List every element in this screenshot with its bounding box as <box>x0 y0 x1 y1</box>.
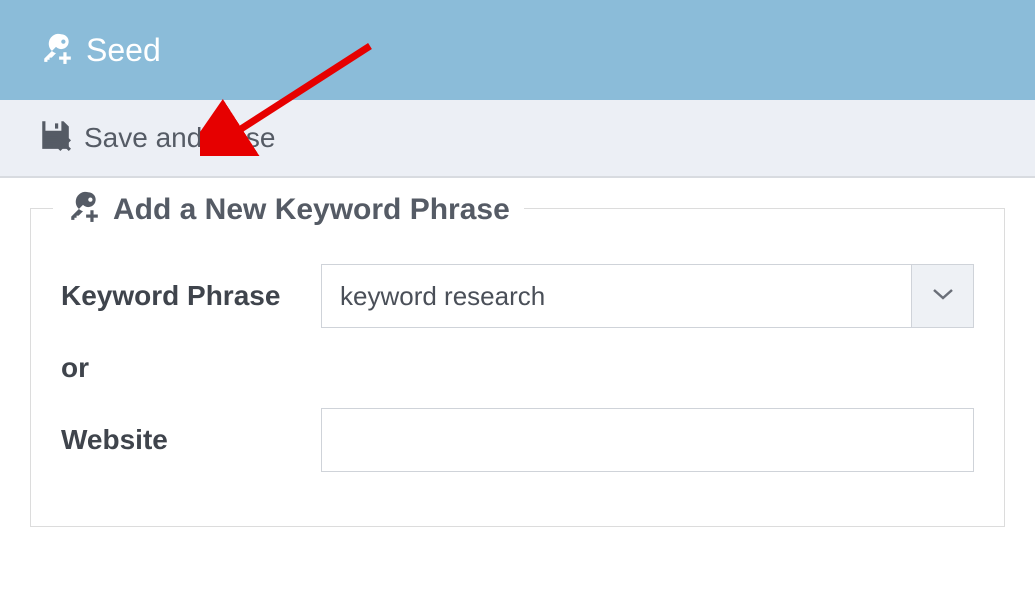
content-area: Add a New Keyword Phrase Keyword Phrase … <box>0 178 1035 527</box>
save-and-close-button[interactable]: Save and close <box>38 118 275 159</box>
header-bar: Seed <box>0 0 1035 100</box>
website-input[interactable] <box>321 408 974 472</box>
fieldset-legend-text: Add a New Keyword Phrase <box>113 193 510 227</box>
add-keyword-fieldset: Add a New Keyword Phrase Keyword Phrase … <box>30 208 1005 527</box>
fieldset-legend: Add a New Keyword Phrase <box>53 189 524 231</box>
key-plus-icon <box>67 189 101 231</box>
keyword-phrase-label: Keyword Phrase <box>61 280 321 312</box>
keyword-phrase-input[interactable] <box>321 264 912 328</box>
website-label: Website <box>61 424 321 456</box>
website-row: Website <box>61 408 974 472</box>
header-title: Seed <box>86 32 161 69</box>
chevron-down-icon <box>932 287 954 306</box>
keyword-phrase-combo <box>321 264 974 328</box>
or-label: or <box>61 352 974 384</box>
toolbar: Save and close <box>0 100 1035 178</box>
keyword-phrase-dropdown-trigger[interactable] <box>912 264 974 328</box>
save-close-icon <box>38 118 72 159</box>
save-and-close-label: Save and close <box>84 122 275 154</box>
key-plus-icon <box>40 31 74 70</box>
keyword-phrase-row: Keyword Phrase <box>61 264 974 328</box>
